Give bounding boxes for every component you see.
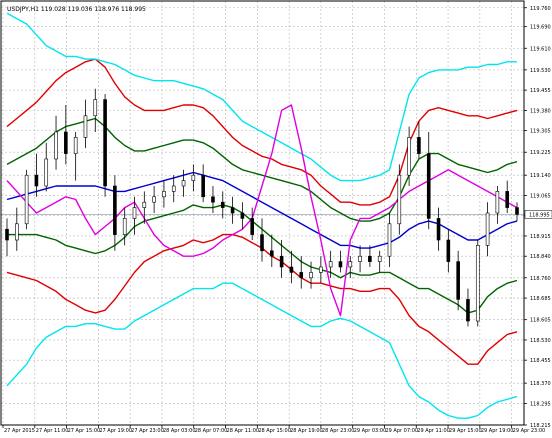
candle-body xyxy=(132,207,137,219)
y-tick-label: 118.370 xyxy=(530,381,551,387)
x-tick-label: 28 Apr 19:00 xyxy=(290,428,323,434)
candle-body xyxy=(309,272,313,279)
candle-body xyxy=(201,174,205,198)
candle-body xyxy=(495,191,500,214)
candle-body xyxy=(260,234,264,252)
candle-body xyxy=(211,196,215,203)
y-tick-label: 119.690 xyxy=(530,25,551,31)
x-tick-label: 28 Apr 23:00 xyxy=(322,428,355,434)
symbol-header: USDJPY,H1 119.028 119.036 118.976 118.99… xyxy=(7,6,146,13)
x-tick-label: 29 Apr 03:00 xyxy=(354,428,387,434)
current-price-label: 118.995 xyxy=(529,212,550,218)
candle-body xyxy=(5,228,9,241)
candle-body xyxy=(230,207,235,214)
candle-body xyxy=(181,180,186,187)
candle-body xyxy=(456,261,460,300)
y-tick-label: 119.530 xyxy=(530,68,551,74)
x-tick-label: 27 Apr 11:00 xyxy=(36,428,69,434)
chart-window: 119.760 119.690 119.610 119.530 119.455 119.3… xyxy=(0,0,552,434)
candle-body xyxy=(426,153,431,219)
candle-body xyxy=(54,131,58,160)
candle-body xyxy=(240,212,245,219)
x-tick-label: 27 Apr 2015 xyxy=(4,428,35,434)
candle-body xyxy=(250,218,254,235)
candle-body xyxy=(103,99,107,187)
candle-body xyxy=(289,266,294,273)
candle-body xyxy=(142,201,147,208)
candle-body xyxy=(24,174,29,225)
candle-body xyxy=(417,137,421,154)
y-tick-label: 119.760 xyxy=(530,6,551,12)
y-tick-label: 118.295 xyxy=(530,401,551,407)
candle-body xyxy=(387,223,392,257)
candle-body xyxy=(397,174,402,225)
candle-body xyxy=(93,99,98,117)
candle-body xyxy=(407,137,411,176)
x-tick-label: 27 Apr 15:00 xyxy=(68,428,101,434)
candle-body xyxy=(348,261,353,268)
y-tick-label: 119.065 xyxy=(530,193,551,199)
candle-body xyxy=(338,261,343,268)
x-tick-label: 27 Apr 23:00 xyxy=(131,428,164,434)
x-tick-label: 28 Apr 15:00 xyxy=(258,428,291,434)
y-tick-label: 118.530 xyxy=(530,338,551,344)
candle-body xyxy=(358,255,362,262)
y-tick-label: 119.610 xyxy=(530,46,551,52)
candle-body xyxy=(220,201,225,208)
x-tick-label: 28 Apr 07:00 xyxy=(195,428,228,434)
candle-body xyxy=(64,131,68,154)
candle-body xyxy=(515,207,519,215)
x-tick-label: 27 Apr 19:00 xyxy=(99,428,132,434)
y-tick-label: 118.840 xyxy=(530,254,551,260)
y-tick-label: 118.760 xyxy=(530,276,551,282)
candle-body xyxy=(368,255,372,262)
y-tick-label: 119.225 xyxy=(530,150,551,156)
candle-body xyxy=(505,191,509,208)
candle-body xyxy=(319,266,323,273)
candle-body xyxy=(83,115,88,138)
price-chart[interactable]: 119.760 119.690 119.610 119.530 119.455 119.3… xyxy=(0,0,552,434)
y-tick-label: 118.685 xyxy=(530,296,551,302)
candle-body xyxy=(162,191,166,198)
candle-body xyxy=(152,196,156,203)
candle-body xyxy=(485,212,490,246)
y-tick-label: 118.455 xyxy=(530,358,551,364)
candle-body xyxy=(73,137,78,154)
y-tick-label: 119.455 xyxy=(530,88,551,94)
x-tick-label: 29 Apr 19:00 xyxy=(481,428,514,434)
candle-body xyxy=(446,239,451,262)
candle-body xyxy=(171,185,176,192)
y-tick-label: 119.380 xyxy=(530,108,551,114)
candle-body xyxy=(34,174,39,187)
candle-body xyxy=(122,218,127,235)
candle-body xyxy=(377,255,382,262)
y-tick-label: 118.605 xyxy=(530,318,551,324)
candle-body xyxy=(15,223,19,241)
candle-body xyxy=(279,255,284,268)
candle-body xyxy=(113,185,117,235)
chart-background xyxy=(0,0,552,434)
candle-body xyxy=(475,245,480,322)
y-tick-label: 119.305 xyxy=(530,129,551,135)
x-tick-label: 28 Apr 11:00 xyxy=(227,428,260,434)
y-tick-label: 118.915 xyxy=(530,234,551,240)
x-tick-label: 29 Apr 11:00 xyxy=(417,428,450,434)
x-tick-label: 29 Apr 07:00 xyxy=(385,428,418,434)
candle-body xyxy=(299,272,304,279)
candle-body xyxy=(466,299,470,322)
candle-body xyxy=(44,158,49,187)
candle-body xyxy=(436,218,441,241)
x-tick-label: 29 Apr 23:00 xyxy=(513,428,546,434)
y-tick-label: 119.140 xyxy=(530,173,551,179)
candle-body xyxy=(270,250,274,257)
candle-body xyxy=(328,261,333,268)
x-tick-label: 28 Apr 03:00 xyxy=(163,428,196,434)
x-tick-label: 29 Apr 15:00 xyxy=(449,428,482,434)
candle-body xyxy=(191,174,196,181)
